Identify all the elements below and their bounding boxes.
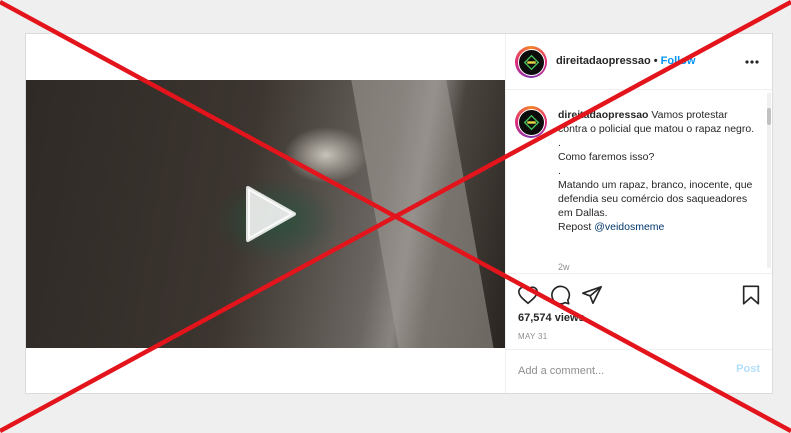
- follow-button[interactable]: Follow: [661, 55, 696, 67]
- comments-panel[interactable]: direitadaopressao Vamos protestar contra…: [506, 90, 772, 274]
- heart-icon[interactable]: [517, 284, 539, 306]
- action-bar: [506, 279, 772, 309]
- separator: •: [653, 55, 658, 67]
- profile-logo-icon: [523, 54, 539, 70]
- play-icon[interactable]: [244, 184, 298, 244]
- bookmark-icon[interactable]: [740, 284, 762, 306]
- caption-line-5: Matando um rapaz, branco, inocente, que …: [558, 179, 753, 219]
- more-options-icon[interactable]: [744, 54, 760, 70]
- comment-icon[interactable]: [549, 284, 571, 306]
- profile-logo-icon: [523, 114, 539, 130]
- avatar[interactable]: [515, 46, 547, 78]
- caption-line-2: .: [558, 137, 561, 149]
- caption-avatar[interactable]: [515, 106, 547, 138]
- username-link[interactable]: direitadaopressao: [556, 55, 651, 67]
- caption-text: direitadaopressao Vamos protestar contra…: [558, 108, 758, 234]
- caption-line-4: .: [558, 165, 561, 177]
- repost-line: Repost @veidosmeme: [558, 220, 758, 234]
- instagram-post: direitadaopressao • Follow direitadaopress…: [25, 33, 773, 394]
- repost-prefix: Repost: [558, 221, 592, 233]
- post-sidebar: direitadaopressao • Follow direitadaopress…: [505, 34, 772, 393]
- comment-bar: Post: [506, 349, 772, 393]
- caption-line-3: Como faremos isso?: [558, 151, 655, 163]
- caption-username[interactable]: direitadaopressao: [558, 109, 648, 121]
- post-comment-button[interactable]: Post: [736, 363, 760, 375]
- repost-mention-link[interactable]: @veidosmeme: [594, 221, 664, 233]
- scrollbar-thumb[interactable]: [767, 108, 771, 125]
- post-date: MAY 31: [518, 332, 548, 341]
- share-icon[interactable]: [581, 284, 603, 306]
- view-count[interactable]: 67,574 views: [518, 312, 585, 324]
- post-header: direitadaopressao • Follow: [506, 34, 772, 90]
- comment-input[interactable]: [518, 362, 718, 380]
- video-player[interactable]: [26, 80, 505, 348]
- header-user-line: direitadaopressao • Follow: [556, 55, 695, 67]
- time-ago: 2w: [558, 262, 570, 272]
